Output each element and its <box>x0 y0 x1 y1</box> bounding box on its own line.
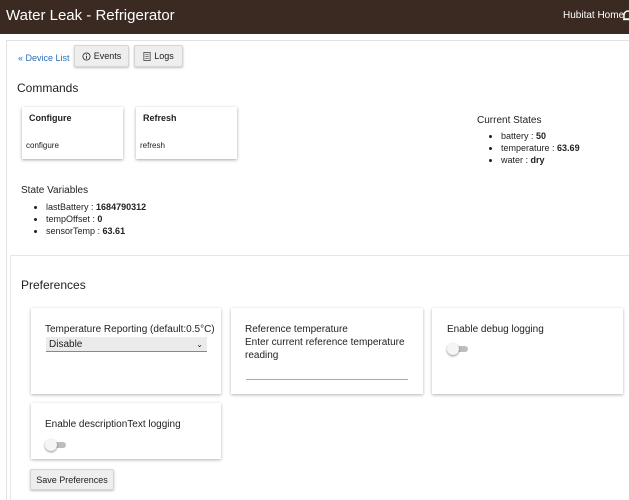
refresh-title: Refresh <box>143 113 177 123</box>
variable-item: tempOffset : 0 <box>46 213 146 225</box>
bell-icon[interactable] <box>621 9 629 23</box>
state-variables-heading: State Variables <box>21 185 89 196</box>
debug-logging-label: Enable debug logging <box>447 324 544 335</box>
temp-reporting-label: Temperature Reporting (default:0.5°C) <box>45 324 215 335</box>
temp-reporting-value: Disable <box>49 339 83 350</box>
debug-logging-card: Enable debug logging <box>432 308 623 394</box>
hub-name[interactable]: Hubitat Home <box>563 10 624 21</box>
state-item: temperature : 63.69 <box>501 142 580 154</box>
reference-temp-input[interactable] <box>246 370 408 380</box>
save-preferences-button[interactable]: Save Preferences <box>30 469 114 490</box>
commands-heading: Commands <box>17 81 79 95</box>
state-variables-list: lastBattery : 1684790312 tempOffset : 0 … <box>34 201 146 237</box>
debug-logging-toggle[interactable] <box>447 343 469 355</box>
current-states-list: battery : 50 temperature : 63.69 water :… <box>489 130 580 166</box>
desc-logging-toggle[interactable] <box>45 439 67 451</box>
desc-logging-card: Enable descriptionText logging <box>31 403 221 459</box>
save-preferences-label: Save Preferences <box>36 474 108 485</box>
desc-logging-label: Enable descriptionText logging <box>45 419 181 430</box>
current-states-heading: Current States <box>477 115 542 126</box>
reference-temp-label: Reference temperature Enter current refe… <box>245 324 405 361</box>
refresh-command-card[interactable]: Refresh refresh <box>136 107 237 159</box>
events-label: Events <box>93 51 122 61</box>
reference-temp-card: Reference temperature Enter current refe… <box>231 308 423 394</box>
preferences-panel: Preferences Temperature Reporting (defau… <box>10 255 629 500</box>
state-item: battery : 50 <box>501 130 580 142</box>
document-icon <box>143 51 151 61</box>
preferences-heading: Preferences <box>21 278 86 292</box>
variable-item: sensorTemp : 63.61 <box>46 225 146 237</box>
device-list-link[interactable]: « Device List <box>18 53 70 63</box>
temp-reporting-card: Temperature Reporting (default:0.5°C) Di… <box>31 308 221 394</box>
configure-command: configure <box>26 141 59 150</box>
events-button[interactable]: Events <box>74 45 129 67</box>
logs-button[interactable]: Logs <box>134 45 183 67</box>
configure-title: Configure <box>29 113 72 123</box>
device-title: Water Leak - Refrigerator <box>6 7 175 24</box>
chevron-down-icon: ⌄ <box>196 340 203 349</box>
temp-reporting-select[interactable]: Disable ⌄ <box>46 337 207 352</box>
variable-item: lastBattery : 1684790312 <box>46 201 146 213</box>
refresh-command: refresh <box>140 141 165 150</box>
logs-label: Logs <box>154 51 174 61</box>
state-item: water : dry <box>501 154 580 166</box>
info-icon <box>82 51 91 61</box>
top-bar: Water Leak - Refrigerator Hubitat Home <box>0 0 629 34</box>
configure-command-card[interactable]: Configure configure <box>22 107 123 159</box>
